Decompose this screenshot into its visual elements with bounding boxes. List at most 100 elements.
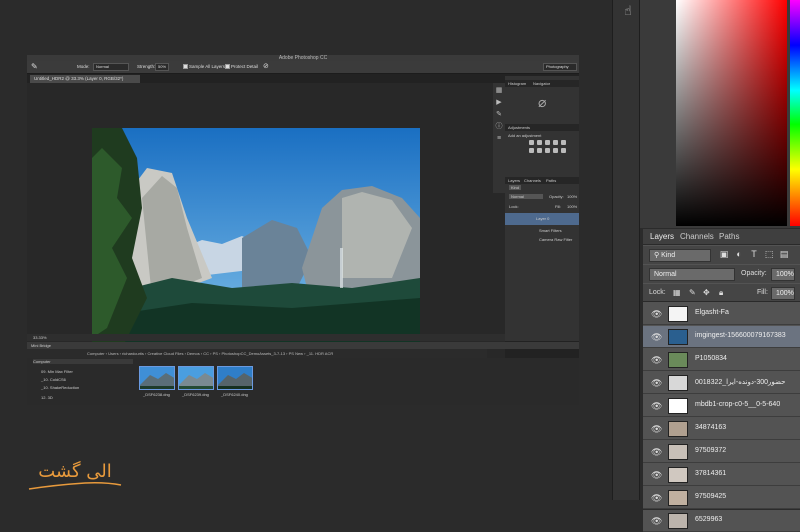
layer-row[interactable]: 👁︎ 6529963 bbox=[643, 510, 800, 532]
kind-filter-mini[interactable]: Kind bbox=[509, 185, 522, 190]
breadcrumb[interactable]: Computer › Users › richardcurtis › Creat… bbox=[27, 351, 333, 356]
info-icon[interactable]: ⓘ bbox=[495, 123, 503, 131]
layer-name: Elgasht-Fa bbox=[695, 309, 729, 316]
layers-panel-tabs: Layers Channels Paths bbox=[643, 229, 800, 245]
tab-paths-mini[interactable]: Paths bbox=[546, 178, 556, 183]
eye-icon[interactable]: 👁︎ bbox=[651, 493, 662, 503]
eye-icon[interactable]: 👁︎ bbox=[651, 516, 662, 526]
shape-filter-icon[interactable]: ⬚ bbox=[764, 248, 774, 260]
mode-label: Mode: bbox=[77, 64, 90, 69]
eye-icon[interactable]: 👁︎ bbox=[651, 309, 662, 319]
eye-icon[interactable]: 👁︎ bbox=[651, 355, 662, 365]
tree-item[interactable]: Computer bbox=[33, 359, 133, 364]
tab-layers-mini[interactable]: Layers bbox=[508, 178, 520, 183]
layer-row[interactable]: 👁︎ P1050834 bbox=[643, 349, 800, 371]
layer-thumbnail bbox=[668, 421, 688, 437]
tree-item[interactable]: _10. ShakeReduction bbox=[41, 385, 79, 390]
fill-value-mini[interactable]: 100% bbox=[567, 204, 577, 209]
tree-item[interactable]: 12. 3D bbox=[41, 395, 53, 400]
bw-icon[interactable] bbox=[545, 148, 550, 153]
zoom-level[interactable]: 33.33% bbox=[27, 334, 505, 341]
kind-filter-select[interactable]: ⚲ Kind bbox=[649, 249, 711, 262]
hue-slider[interactable] bbox=[790, 0, 800, 226]
layer-thumbnail bbox=[668, 490, 688, 506]
add-adjustment-label: Add an adjustment bbox=[508, 133, 542, 138]
brightness-icon[interactable] bbox=[529, 140, 534, 145]
layer-row[interactable]: 👁︎ 0018322_حضور300-دونده-ایرا bbox=[643, 372, 800, 394]
blend-mode-select[interactable]: Normal bbox=[649, 268, 735, 281]
history-icon[interactable]: ▦ bbox=[495, 87, 503, 95]
layer-row[interactable]: 👁︎ Elgasht-Fa bbox=[643, 303, 800, 325]
tab-adjustments[interactable]: Adjustments bbox=[508, 125, 530, 130]
tree-item[interactable]: 09. Min Max Filter bbox=[41, 369, 73, 374]
curves-icon[interactable] bbox=[545, 140, 550, 145]
protect-detail-checkbox[interactable]: Protect Detail bbox=[225, 64, 258, 69]
channel-mixer-icon[interactable] bbox=[561, 148, 566, 153]
strength-input[interactable]: 50% bbox=[155, 63, 169, 71]
thumbnail-label: _DSF6240.dng bbox=[221, 392, 248, 397]
color-picker-field[interactable] bbox=[676, 0, 787, 226]
eye-icon[interactable]: 👁︎ bbox=[651, 401, 662, 411]
tab-channels-mini[interactable]: Channels bbox=[524, 178, 541, 183]
workspace-select[interactable]: Photography bbox=[543, 63, 577, 71]
hand-tool-icon[interactable]: ☝ bbox=[619, 2, 637, 20]
lock-all-icon[interactable]: 🔒︎ bbox=[719, 288, 723, 298]
opacity-label: Opacity: bbox=[741, 270, 767, 277]
sample-all-layers-label: Sample All Layers bbox=[189, 64, 226, 69]
protect-detail-label: Protect Detail bbox=[231, 64, 259, 69]
layer-row[interactable]: 👁︎ imgingest-156600079167383 bbox=[643, 326, 800, 348]
blend-mode-mini[interactable]: Normal bbox=[509, 194, 543, 199]
tab-navigator[interactable]: Navigator bbox=[533, 81, 550, 86]
pixel-filter-icon[interactable]: ▣ bbox=[719, 248, 729, 260]
document-tab[interactable]: Untitled_HDR2 @ 33.3% (Layer 0, RGB/32*) bbox=[30, 75, 140, 83]
lock-position-icon[interactable]: ✥ bbox=[703, 288, 710, 297]
mode-select[interactable]: Normal bbox=[93, 63, 129, 71]
tree-item[interactable]: _10. ColdCS6 bbox=[41, 377, 66, 382]
hue-icon[interactable] bbox=[529, 148, 534, 153]
eye-icon[interactable]: 👁︎ bbox=[651, 470, 662, 480]
eye-icon[interactable]: 👁︎ bbox=[651, 332, 662, 342]
adjustment-filter-icon[interactable]: ◐ bbox=[734, 248, 744, 260]
mini-bridge-title: Mini Bridge bbox=[27, 342, 579, 349]
brush-icon[interactable]: ✎ bbox=[495, 111, 503, 119]
layer-row[interactable]: 👁︎ 37814361 bbox=[643, 464, 800, 486]
eye-icon[interactable]: 👁︎ bbox=[651, 447, 662, 457]
layer-thumbnail bbox=[668, 467, 688, 483]
layer-row[interactable]: 👁︎ mbdb1-crop-c0-5__0-5-640 bbox=[643, 395, 800, 417]
mini-bridge-path[interactable]: Computer › Users › richardcurtis › Creat… bbox=[27, 349, 487, 358]
vibrance-icon[interactable] bbox=[561, 140, 566, 145]
lock-transparent-icon[interactable]: ▦ bbox=[673, 288, 681, 297]
opacity-input[interactable]: 100% bbox=[771, 268, 795, 281]
tab-paths[interactable]: Paths bbox=[719, 232, 739, 241]
layer-row[interactable]: 👁︎ 97509372 bbox=[643, 441, 800, 463]
strength-label: Strength: bbox=[137, 64, 156, 69]
no-data-icon: ⌀ bbox=[538, 94, 547, 110]
thumbnail[interactable] bbox=[217, 366, 253, 390]
thumbnail[interactable] bbox=[139, 366, 175, 390]
checkbox-icon bbox=[225, 64, 230, 69]
type-filter-icon[interactable]: T bbox=[749, 248, 759, 260]
eye-icon[interactable]: 👁︎ bbox=[651, 378, 662, 388]
tool-preset-icon[interactable]: ✎ bbox=[31, 62, 38, 71]
thumbnail[interactable] bbox=[178, 366, 214, 390]
tab-histogram[interactable]: Histogram bbox=[508, 81, 526, 86]
lock-brush-icon[interactable]: ✎ bbox=[689, 288, 696, 297]
eye-icon[interactable]: 👁︎ bbox=[651, 424, 662, 434]
opacity-value-mini[interactable]: 100% bbox=[567, 194, 577, 199]
tab-layers[interactable]: Layers bbox=[650, 232, 674, 241]
properties-icon[interactable]: ≡ bbox=[495, 135, 503, 143]
pressure-icon[interactable]: ⊘ bbox=[263, 62, 269, 70]
fill-input[interactable]: 100% bbox=[771, 287, 795, 300]
smart-object-filter-icon[interactable]: ▤ bbox=[779, 248, 789, 260]
play-icon[interactable]: ▶ bbox=[495, 99, 503, 107]
levels-icon[interactable] bbox=[537, 140, 542, 145]
tab-channels[interactable]: Channels bbox=[680, 232, 714, 241]
photo-filter-icon[interactable] bbox=[553, 148, 558, 153]
color-balance-icon[interactable] bbox=[537, 148, 542, 153]
layer-name: 6529963 bbox=[695, 516, 723, 523]
layer-name: 97509372 bbox=[695, 447, 727, 454]
layer-row[interactable]: 👁︎ 97509425 bbox=[643, 487, 800, 509]
layer-row[interactable]: 👁︎ 34874163 bbox=[643, 418, 800, 440]
sample-all-layers-checkbox[interactable]: Sample All Layers bbox=[183, 64, 225, 69]
exposure-icon[interactable] bbox=[553, 140, 558, 145]
